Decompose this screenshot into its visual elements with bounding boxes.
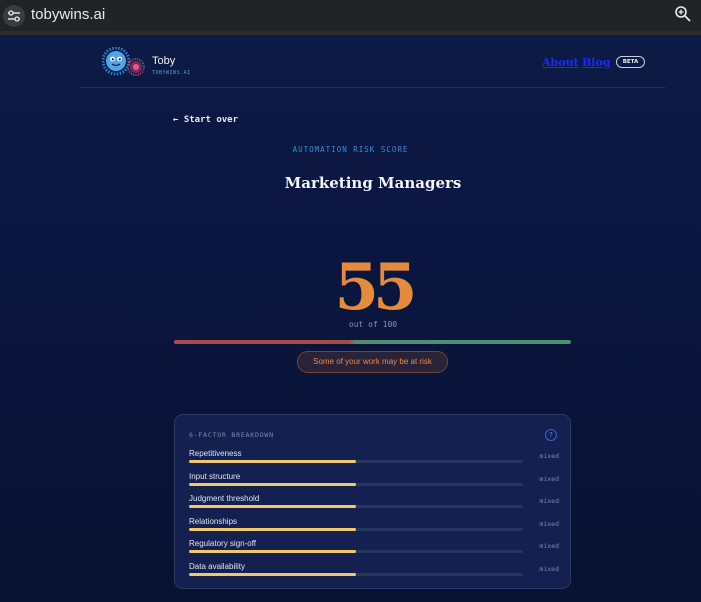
zoom-icon[interactable] xyxy=(674,5,692,27)
help-icon[interactable]: ? xyxy=(545,429,557,441)
factor-level-label: mixed xyxy=(539,542,559,551)
factor-name: Input structure xyxy=(189,471,241,481)
factor-level-label: mixed xyxy=(539,474,559,483)
factor-meter-fill xyxy=(189,505,356,509)
risk-status-badge: Some of your work may be at risk xyxy=(297,351,448,373)
factor-level-label: mixed xyxy=(539,565,559,573)
breakdown-title: 6-FACTOR BREAKDOWN xyxy=(189,431,274,439)
beta-badge: BETA xyxy=(616,56,645,68)
toby-logo-icon[interactable] xyxy=(101,46,146,79)
brand-domain: TOBYWINS.AI xyxy=(152,70,191,76)
factor-meter xyxy=(189,482,523,486)
factor-name: Regulatory sign-off xyxy=(189,539,256,549)
factor-meter-fill xyxy=(189,482,356,486)
factor-meter xyxy=(189,505,523,509)
factor-meter xyxy=(189,460,523,463)
factor-name: Relationships xyxy=(189,516,238,526)
factor-level-label: mixed xyxy=(539,519,559,528)
risk-gauge-bar xyxy=(174,340,571,344)
factor-meter-fill xyxy=(189,550,356,554)
factor-meter xyxy=(189,527,523,531)
start-over-link[interactable]: ← Start over xyxy=(173,115,238,125)
factor-name: Data availability xyxy=(189,562,246,571)
risk-score: 55 xyxy=(334,250,417,325)
browser-address-bar: tobywins.ai xyxy=(0,0,701,31)
factor-row: Relationships mixed xyxy=(189,517,559,539)
factor-breakdown-card: 6-FACTOR BREAKDOWN ? Repetitiveness mixed… xyxy=(174,414,571,589)
factor-level-label: mixed xyxy=(539,452,559,460)
factor-meter-fill xyxy=(189,527,356,531)
factor-meter-fill xyxy=(189,573,356,576)
factor-meter xyxy=(189,550,523,554)
score-scale: out of 100 xyxy=(348,320,398,329)
factor-row: Data availability mixed xyxy=(189,562,559,584)
factor-name: Repetitiveness xyxy=(189,449,242,458)
site-header: Toby TOBYWINS.AI About Blog BETA xyxy=(80,35,665,88)
factor-meter-fill xyxy=(189,460,356,463)
factor-meter xyxy=(189,573,523,576)
factor-name: Judgment threshold xyxy=(189,494,260,504)
url-text[interactable]: tobywins.ai xyxy=(31,6,105,23)
nav-blog-link[interactable]: Blog xyxy=(582,56,611,69)
nav-about-link[interactable]: About xyxy=(542,56,579,69)
factor-row: Repetitiveness mixed xyxy=(189,449,559,471)
brand-name[interactable]: Toby xyxy=(152,55,175,67)
site-settings-icon[interactable] xyxy=(3,5,25,27)
factor-row: Input structure mixed xyxy=(189,472,559,494)
factor-row: Judgment threshold mixed xyxy=(189,494,559,516)
factor-row: Regulatory sign-off mixed xyxy=(189,539,559,561)
page: Toby TOBYWINS.AI About Blog BETA ← Start… xyxy=(0,35,701,602)
factor-level-label: mixed xyxy=(539,497,559,506)
job-title: Marketing Managers xyxy=(284,174,462,192)
score-eyebrow: AUTOMATION RISK SCORE xyxy=(292,145,409,154)
